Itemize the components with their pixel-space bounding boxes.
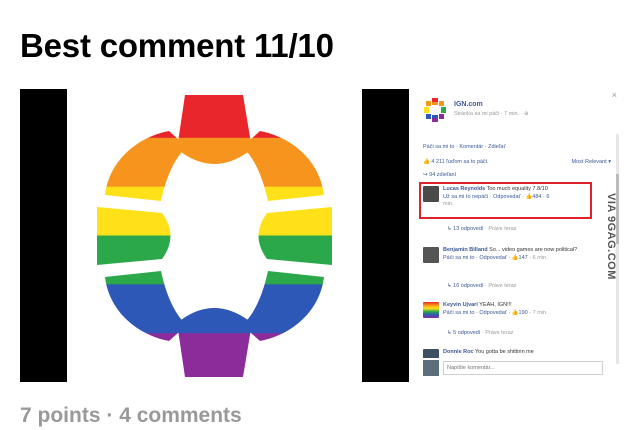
facebook-comments-panel: × IGN.com Stránka sa mi páči · 7 min. · …: [409, 89, 620, 382]
rainbow-stripe: [97, 235, 332, 285]
share-count[interactable]: ↪ 94 zdieľaní: [423, 172, 456, 178]
comment-input[interactable]: [443, 361, 603, 375]
avatar[interactable]: [423, 302, 439, 318]
replies-count[interactable]: 13 odpovedí: [453, 226, 483, 232]
rainbow-ign-logo: [67, 89, 362, 382]
rainbow-stripe: [97, 186, 332, 236]
comment-time: min.: [443, 201, 454, 207]
comment-author[interactable]: Donnie Roc: [443, 349, 474, 355]
rainbow-stripe: [97, 137, 332, 188]
points-count[interactable]: 7 points: [20, 404, 101, 427]
share-icon: ↪: [423, 172, 428, 178]
ign-logo-icon: [97, 95, 332, 377]
avatar[interactable]: [423, 349, 439, 358]
rainbow-stripe: [97, 284, 332, 334]
like-count-text: 4 211 ľuďom sa to páči.: [431, 159, 489, 165]
comment-time: 7 min.: [532, 309, 548, 316]
share-count-text: 94 zdieľaní: [429, 172, 457, 178]
comment-author[interactable]: Benjamin Billand: [443, 247, 488, 253]
watermark: VIA 9GAG.COM: [605, 193, 617, 280]
comment-item: Donnie Roc You gotta be shittinn me: [423, 349, 595, 358]
avatar[interactable]: [423, 186, 439, 202]
image-letterbox-right: [362, 89, 409, 382]
scrollbar-track[interactable]: [616, 134, 619, 364]
thumbs-up-icon: 👍: [423, 159, 430, 165]
rainbow-stripe: [97, 333, 332, 377]
replies-count[interactable]: 16 odpovedí: [453, 283, 483, 289]
post-meta: 7 points · 4 comments: [20, 404, 242, 428]
replies-link[interactable]: ↳ 16 odpovedí · Práve teraz: [447, 283, 516, 289]
post-actions[interactable]: Páči sa mi to · Komentár · Zdieľať: [423, 144, 506, 150]
comment-text: So... video games are now political?: [489, 247, 578, 253]
comment-text: Too much equality 7.8/10: [486, 186, 548, 192]
page-name-link[interactable]: IGN.com: [454, 101, 483, 108]
replies-time: · Práve teraz: [484, 226, 517, 232]
comment-author[interactable]: Lucas Reynolds: [443, 186, 485, 192]
comment-meta[interactable]: Páči sa mi to · Odpovedať · 👍190 ·: [443, 310, 531, 316]
meta-separator: ·: [100, 404, 120, 427]
rainbow-stripe: [97, 95, 332, 139]
scrollbar-thumb[interactable]: [616, 174, 619, 244]
comment-author[interactable]: Keyvin Ujvari: [443, 302, 478, 308]
like-count[interactable]: 👍 4 211 ľuďom sa to páči.: [423, 159, 489, 165]
post-title: Best comment 11/10: [20, 27, 334, 64]
post-image[interactable]: × IGN.com Stránka sa mi páči · 7 min. · …: [20, 89, 620, 382]
comment-text: YEAH, IGN!!!: [479, 302, 512, 308]
ign-page-avatar-icon[interactable]: [423, 98, 447, 122]
replies-count[interactable]: 5 odpovedí: [453, 330, 480, 336]
comment-time: 6 min.: [532, 254, 548, 261]
comments-count[interactable]: 4 comments: [119, 404, 242, 427]
replies-link[interactable]: ↳ 5 odpovedí · Práve teraz: [447, 330, 513, 336]
avatar[interactable]: [423, 247, 439, 263]
sort-dropdown[interactable]: Most Relevant ▾: [572, 159, 611, 165]
close-icon[interactable]: ×: [612, 90, 617, 100]
replies-link[interactable]: ↳ 13 odpovedí · Práve teraz: [447, 226, 516, 232]
comment-compose: [423, 360, 603, 378]
comment-meta[interactable]: Už sa mi to nepáči · Odpovedať · 👍484 · …: [443, 194, 549, 200]
avatar: [423, 360, 439, 376]
page-meta: Stránka sa mi páči · 7 min. · ⊕: [454, 111, 529, 117]
image-letterbox-left: [20, 89, 67, 382]
replies-time: · Práve teraz: [484, 283, 517, 289]
replies-time: · Práve teraz: [481, 330, 514, 336]
comment-meta[interactable]: Páči sa mi to · Odpovedať · 👍147 ·: [443, 255, 531, 261]
comment-text: You gotta be shittinn me: [475, 349, 534, 355]
